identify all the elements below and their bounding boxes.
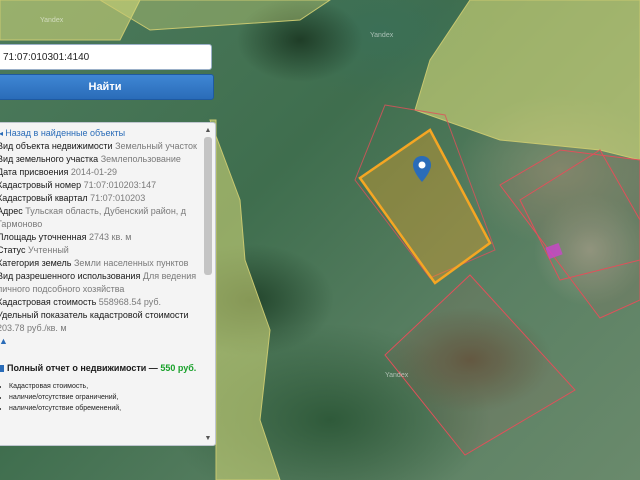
report-item: Кадастровая стоимость, (9, 381, 197, 392)
attribute-row: Вид объекта недвижимости Земельный участ… (0, 140, 197, 153)
report-item: наличие/отсутствие обременений, (9, 403, 197, 414)
property-attributes: Вид объекта недвижимости Земельный участ… (0, 140, 197, 335)
attribute-row: Кадастровый номер 71:07:010203:147 (0, 179, 197, 192)
attribute-label: Адрес (0, 206, 23, 216)
zone-top-right (414, 0, 640, 161)
attribute-label: Кадастровый номер (0, 180, 82, 190)
attribute-value: Землепользование (100, 154, 181, 164)
scroll-thumb[interactable] (204, 137, 212, 275)
attribute-value: 558968.54 руб. (98, 297, 161, 307)
attribute-value: 2743 кв. м (89, 232, 132, 242)
attribute-row: Кадастровая стоимость 558968.54 руб. (0, 296, 197, 309)
attribute-label: Площадь уточненная (0, 232, 87, 242)
parcel-neighbor-4 (384, 274, 576, 456)
report-offer: Полный отчет о недвижимости — 550 руб. К… (0, 362, 197, 414)
attribute-label: Категория земель (0, 258, 72, 268)
attribute-value: 203.78 руб./кв. м (0, 323, 67, 333)
attribute-label: Вид разрешенного использования (0, 271, 141, 281)
attribute-row: Дата присвоения 2014-01-29 (0, 166, 197, 179)
attribute-row: Статус Учтенный (0, 244, 197, 257)
scroll-down-icon[interactable]: ▼ (203, 435, 213, 443)
attribute-row: Удельный показатель кадастровой стоимост… (0, 309, 197, 335)
parcel-neighbor-2 (499, 149, 640, 319)
report-title-text: Полный отчет о недвижимости — (7, 363, 158, 373)
attribute-row: Кадастровый квартал 71:07:010203 (0, 192, 197, 205)
report-checkbox[interactable] (0, 365, 4, 373)
attribute-row: Вид земельного участка Землепользование (0, 153, 197, 166)
attribute-label: Вид объекта недвижимости (0, 141, 113, 151)
report-title: Полный отчет о недвижимости — 550 руб. (0, 362, 197, 375)
search-input[interactable] (0, 44, 212, 70)
attribute-label: Вид земельного участка (0, 154, 99, 164)
report-item: наличие/отсутствие ограничений, (9, 392, 197, 403)
info-panel: ◂ Назад в найденные объекты Вид объекта … (0, 122, 216, 446)
attribute-row: Адрес Тульская область, Дубенский район,… (0, 205, 197, 231)
attribute-value: Земельный участок (115, 141, 197, 151)
attribute-value: Тульская область, Дубенский район, д Гар… (0, 206, 187, 229)
scroll-up-icon[interactable]: ▲ (203, 127, 213, 135)
attribute-label: Удельный показатель кадастровой стоимост… (0, 310, 189, 320)
yandex-watermark: Yandex (40, 17, 64, 24)
report-items: Кадастровая стоимость,наличие/отсутствие… (0, 381, 197, 414)
panel-content: ◂ Назад в найденные объекты Вид объекта … (0, 127, 197, 414)
back-link-label: Назад в найденные объекты (5, 128, 126, 138)
attribute-label: Кадастровая стоимость (0, 297, 97, 307)
attribute-row: Вид разрешенного использования Для веден… (0, 270, 197, 296)
attribute-row: Категория земель Земли населенных пункто… (0, 257, 197, 270)
report-price: 550 руб. (160, 363, 197, 373)
attribute-label: Дата присвоения (0, 167, 69, 177)
zone-left (209, 119, 281, 480)
attribute-value: Земли населенных пунктов (73, 258, 189, 268)
attribute-label: Кадастровый квартал (0, 193, 88, 203)
attribute-value: 71:07:010203 (90, 193, 146, 203)
attribute-value: 2014-01-29 (70, 167, 117, 177)
yandex-watermark: Yandex (370, 32, 394, 39)
map-pin-icon[interactable] (412, 156, 432, 182)
attribute-row: Площадь уточненная 2743 кв. м (0, 231, 197, 244)
find-button[interactable]: Найти (0, 74, 214, 100)
yandex-watermark: Yandex (385, 372, 409, 379)
attribute-label: Статус (0, 245, 26, 255)
attribute-value: Учтенный (27, 245, 69, 255)
back-link[interactable]: ◂ Назад в найденные объекты (0, 127, 197, 140)
collapse-arrow-icon[interactable]: ▲ (0, 335, 197, 348)
zone-top-middle (99, 0, 331, 31)
attribute-value: 71:07:010203:147 (83, 180, 157, 190)
panel-scrollbar[interactable]: ▲ ▼ (203, 127, 213, 443)
